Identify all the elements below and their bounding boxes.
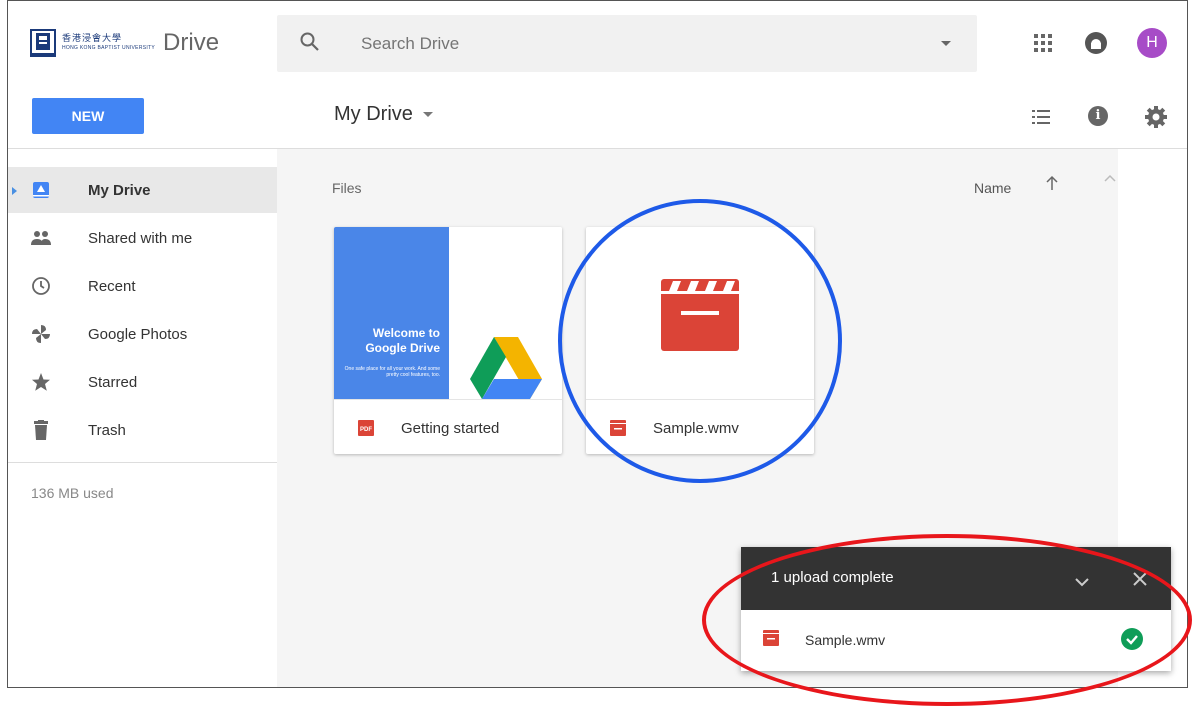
pdf-badge-text: PDF — [360, 427, 372, 433]
logo-chinese-text: 香港浸會大學 — [62, 34, 123, 44]
files-section-heading: Files — [332, 180, 362, 196]
sidebar-item-label: Starred — [88, 373, 138, 391]
storage-usage[interactable]: 136 MB used — [31, 485, 114, 501]
sidebar-item-label: Recent — [88, 277, 136, 295]
sidebar-item-label: Trash — [88, 421, 126, 439]
thumbnail-cover: Welcome to Google Drive One safe place f… — [334, 227, 449, 399]
sidebar-item-photos[interactable]: Google Photos — [8, 311, 277, 357]
details-info-icon[interactable]: i — [1088, 106, 1108, 126]
breadcrumb-my-drive[interactable]: My Drive — [334, 103, 413, 126]
file-card-getting-started[interactable]: Welcome to Google Drive One safe place f… — [334, 227, 562, 454]
search-icon[interactable] — [299, 31, 321, 58]
sidebar-item-my-drive[interactable]: My Drive — [8, 167, 277, 213]
sidebar-item-starred[interactable]: Starred — [8, 359, 277, 405]
sort-by-name[interactable]: Name — [974, 180, 1011, 196]
clock-icon — [28, 273, 54, 299]
hkbu-logo[interactable]: 香港浸會大學 HONG KONG BAPTIST UNIVERSITY Driv… — [30, 29, 219, 57]
breadcrumb[interactable]: My Drive — [334, 103, 433, 126]
logo-english-text: HONG KONG BAPTIST UNIVERSITY — [62, 45, 156, 51]
sort-direction-arrow-icon[interactable] — [1045, 175, 1059, 196]
search-bar[interactable]: Search Drive — [277, 15, 977, 72]
breadcrumb-dropdown-icon[interactable] — [422, 112, 433, 117]
people-icon — [28, 225, 54, 251]
sidebar-item-label: Shared with me — [88, 229, 193, 247]
file-thumbnail: Welcome to Google Drive One safe place f… — [334, 227, 562, 399]
expand-arrow-icon[interactable] — [12, 187, 17, 195]
file-card-footer: PDF Getting started — [334, 399, 562, 454]
red-highlight-ellipse — [702, 534, 1192, 706]
app-name: Drive — [163, 29, 220, 56]
thumbnail-title: Welcome to Google Drive — [365, 326, 440, 355]
blue-highlight-circle — [558, 199, 842, 483]
trash-icon — [28, 417, 54, 443]
list-view-icon[interactable] — [1032, 109, 1050, 130]
sidebar-item-recent[interactable]: Recent — [8, 263, 277, 309]
sidebar-item-label: Google Photos — [88, 325, 188, 343]
top-bar: 香港浸會大學 HONG KONG BAPTIST UNIVERSITY Driv… — [8, 1, 1187, 85]
apps-grid-icon[interactable] — [1034, 34, 1052, 57]
sidebar-divider — [8, 462, 277, 463]
sidebar-item-label: My Drive — [88, 181, 151, 199]
new-button[interactable]: NEW — [32, 98, 144, 134]
file-name: Getting started — [401, 420, 500, 437]
university-emblem-icon — [30, 29, 56, 57]
pdf-file-icon: PDF — [358, 420, 374, 441]
settings-gear-icon[interactable] — [1144, 105, 1168, 134]
sidebar-item-shared[interactable]: Shared with me — [8, 215, 277, 261]
account-avatar[interactable]: H — [1137, 28, 1167, 58]
scroll-up-arrow-icon[interactable] — [1104, 169, 1116, 187]
sidebar-item-trash[interactable]: Trash — [8, 407, 277, 453]
star-icon — [28, 369, 54, 395]
search-options-caret-icon[interactable] — [941, 41, 951, 46]
notifications-icon[interactable] — [1084, 31, 1108, 60]
search-input[interactable]: Search Drive — [361, 34, 459, 54]
thumbnail-subtitle: One safe place for all your work. And so… — [344, 366, 440, 378]
sidebar: My Drive Shared with me Recent Google Ph… — [8, 149, 277, 687]
drive-icon — [28, 177, 54, 203]
pinwheel-icon — [28, 321, 54, 347]
google-drive-logo-icon — [470, 337, 542, 404]
